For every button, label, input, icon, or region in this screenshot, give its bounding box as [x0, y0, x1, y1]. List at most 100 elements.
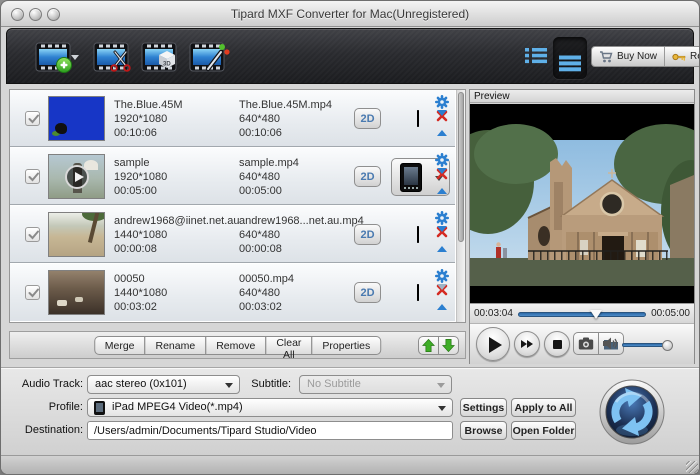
- 2d-3d-toggle-button[interactable]: 2D: [354, 224, 381, 245]
- add-file-dropdown-caret-icon: [71, 55, 79, 60]
- effect-button[interactable]: [185, 35, 235, 79]
- down-arrow-icon: [437, 284, 447, 305]
- snapshot-button[interactable]: [573, 332, 599, 355]
- gear-icon: [435, 211, 449, 225]
- scrollbar-thumb[interactable]: [458, 92, 464, 242]
- video-frame: [470, 104, 694, 303]
- ipad-mini-icon: [94, 401, 105, 415]
- row-settings-button[interactable]: [435, 211, 449, 225]
- device-profile-button[interactable]: [406, 219, 430, 250]
- video-preview[interactable]: [470, 104, 694, 303]
- settings-button[interactable]: Settings: [460, 398, 507, 417]
- row-settings-button[interactable]: [435, 269, 449, 283]
- subtitle-label: Subtitle:: [239, 375, 291, 394]
- ipad-icon: [417, 110, 419, 127]
- output-name: sample.mp4: [239, 156, 357, 170]
- output-duration: 00:10:06: [239, 126, 357, 140]
- green-up-arrow-icon: [421, 338, 436, 353]
- total-time: 00:05:00: [651, 304, 690, 324]
- file-list: The.Blue.45M 1920*1080 00:10:06 The.Blue…: [9, 89, 466, 323]
- subtitle-value: No Subtitle: [307, 376, 433, 393]
- volume-slider[interactable]: [622, 343, 670, 347]
- remove-button[interactable]: Remove: [205, 336, 266, 355]
- clip-button[interactable]: [87, 35, 137, 79]
- list-view-icon: [525, 47, 547, 64]
- properties-button[interactable]: Properties: [311, 336, 381, 355]
- list-action-bar: Merge Rename Remove Clear All Properties: [9, 331, 466, 359]
- main-toolbar: 3D: [6, 28, 694, 84]
- register-label: Register: [690, 51, 700, 62]
- output-duration: 00:05:00: [239, 184, 357, 198]
- profile-select[interactable]: iPad MPEG4 Video(*.mp4): [87, 398, 453, 417]
- seek-slider-thumb[interactable]: [590, 310, 602, 319]
- preview-panel: Preview: [469, 89, 695, 364]
- convert-button[interactable]: [598, 378, 666, 446]
- move-item-down-button[interactable]: [438, 336, 459, 355]
- down-arrow-icon: [437, 226, 447, 247]
- output-resolution: 640*480: [239, 112, 357, 126]
- volume-slider-thumb[interactable]: [662, 340, 673, 351]
- 3d-button[interactable]: 3D: [135, 35, 185, 79]
- video-thumbnail: [48, 270, 105, 315]
- file-list-scrollbar[interactable]: [456, 90, 465, 322]
- open-folder-button[interactable]: Open Folder: [511, 421, 576, 440]
- destination-input[interactable]: [87, 421, 453, 440]
- output-name: The.Blue.45M.mp4: [239, 98, 357, 112]
- window-footer: [1, 455, 700, 475]
- list-view-button[interactable]: [523, 46, 549, 68]
- file-row[interactable]: 00050 1440*1080 00:03:02 00050.mp4 640*4…: [10, 264, 455, 321]
- green-down-arrow-icon: [441, 338, 456, 353]
- svg-text:3D: 3D: [163, 62, 171, 68]
- row-checkbox[interactable]: [25, 169, 40, 184]
- ipad-icon: [417, 226, 419, 243]
- play-overlay-icon[interactable]: [65, 165, 89, 189]
- browse-button[interactable]: Browse: [460, 421, 507, 440]
- output-duration: 00:03:02: [239, 300, 357, 314]
- resize-grip[interactable]: [686, 461, 698, 473]
- dropdown-caret-icon: [225, 383, 233, 388]
- 2d-3d-toggle-button[interactable]: 2D: [354, 166, 381, 187]
- rename-button[interactable]: Rename: [145, 336, 207, 355]
- add-file-button[interactable]: [31, 35, 81, 79]
- key-icon: [672, 52, 686, 62]
- subtitle-select[interactable]: No Subtitle: [299, 375, 452, 394]
- device-profile-button[interactable]: [406, 103, 430, 134]
- move-item-up-button[interactable]: [418, 336, 439, 355]
- preview-title: Preview: [470, 90, 694, 103]
- file-row[interactable]: The.Blue.45M 1920*1080 00:10:06 The.Blue…: [10, 90, 455, 147]
- output-name: 00050.mp4: [239, 272, 357, 286]
- buy-now-button[interactable]: Buy Now: [592, 47, 664, 66]
- source-duration: 00:05:00: [114, 184, 236, 198]
- magic-wand-icon: [188, 39, 232, 77]
- file-row[interactable]: sample 1920*1080 00:05:00 sample.mp4 640…: [10, 148, 455, 205]
- output-resolution: 640*480: [239, 170, 357, 184]
- detail-view-icon: [559, 55, 581, 72]
- audio-track-select[interactable]: aac stereo (0x101): [87, 375, 240, 394]
- play-button[interactable]: [476, 327, 510, 361]
- row-checkbox[interactable]: [25, 111, 40, 126]
- row-settings-button[interactable]: [435, 95, 449, 109]
- down-arrow-icon: [437, 110, 447, 131]
- output-settings-panel: Audio Track: aac stereo (0x101) Subtitle…: [1, 367, 700, 455]
- source-name: 00050: [114, 272, 236, 286]
- clear-all-button[interactable]: Clear All: [265, 336, 312, 355]
- source-duration: 00:10:06: [114, 126, 236, 140]
- seek-slider[interactable]: [518, 312, 646, 317]
- stop-button[interactable]: [544, 331, 570, 357]
- device-profile-button[interactable]: [406, 277, 430, 308]
- detail-view-button[interactable]: [553, 37, 587, 79]
- video-thumbnail: [48, 96, 105, 141]
- register-button[interactable]: Register: [664, 47, 700, 66]
- apply-to-all-button[interactable]: Apply to All: [511, 398, 576, 417]
- file-row[interactable]: andrew1968@iinet.net.au 1440*1080 00:00:…: [10, 206, 455, 263]
- output-resolution: 640*480: [239, 228, 357, 242]
- row-checkbox[interactable]: [25, 227, 40, 242]
- output-resolution: 640*480: [239, 286, 357, 300]
- 2d-3d-toggle-button[interactable]: 2D: [354, 282, 381, 303]
- fast-forward-button[interactable]: [514, 331, 540, 357]
- merge-button[interactable]: Merge: [94, 336, 146, 355]
- row-settings-button[interactable]: [435, 153, 449, 167]
- 2d-3d-toggle-button[interactable]: 2D: [354, 108, 381, 129]
- playback-controls: [470, 323, 694, 364]
- row-checkbox[interactable]: [25, 285, 40, 300]
